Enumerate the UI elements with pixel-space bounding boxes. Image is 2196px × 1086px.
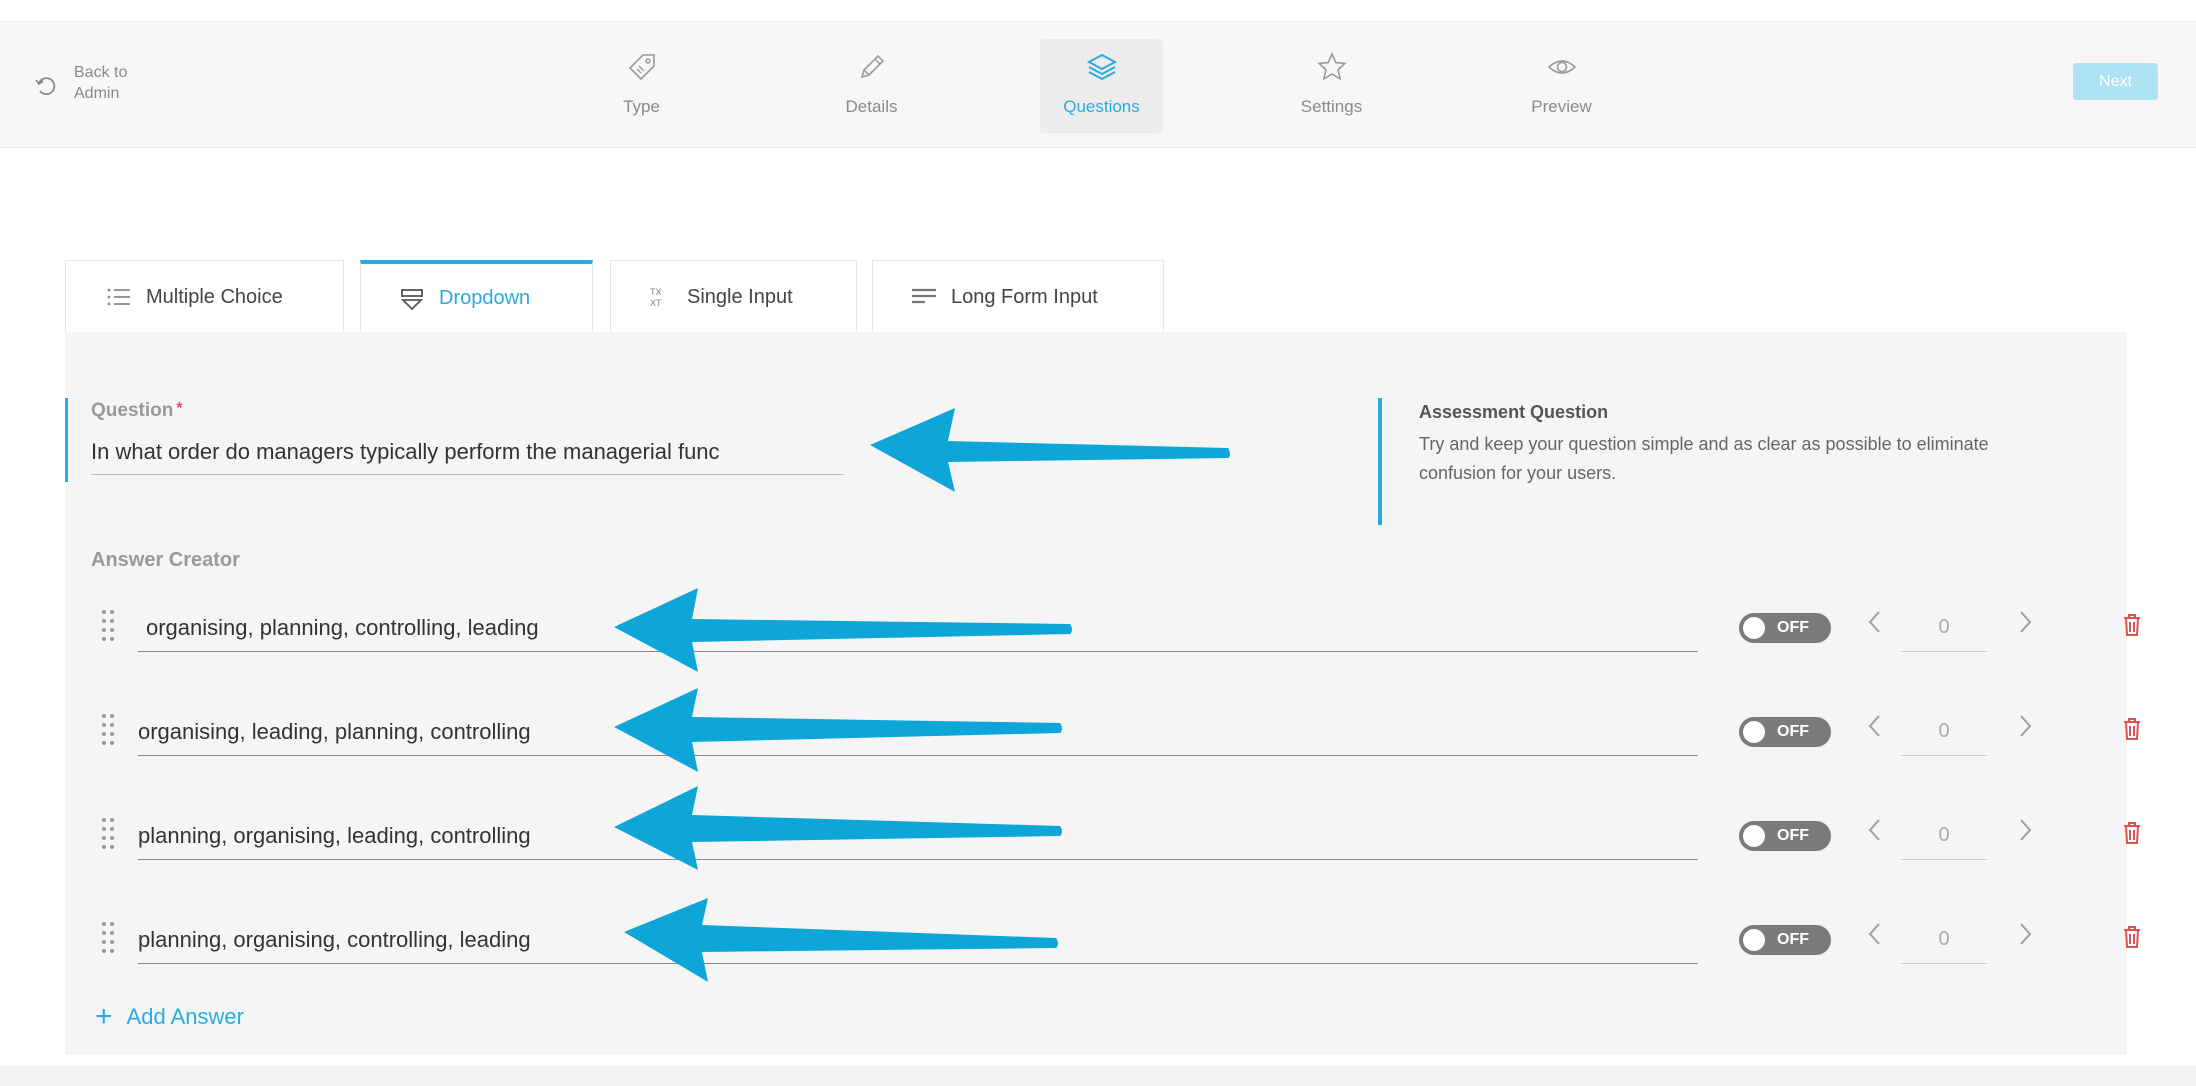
- text-icon: TX XT: [649, 288, 662, 309]
- answer-input[interactable]: [138, 916, 1698, 964]
- drag-handle-icon[interactable]: [100, 608, 116, 644]
- chevron-left-icon[interactable]: [1862, 814, 1888, 850]
- required-mark: *: [176, 400, 183, 417]
- answer-row: OFF: [65, 604, 2140, 664]
- answer-row: OFF: [65, 812, 2140, 872]
- trash-icon[interactable]: [2121, 716, 2143, 742]
- add-answer-label: Add Answer: [126, 1004, 244, 1029]
- toggle-knob: [1743, 617, 1765, 639]
- step-settings[interactable]: Settings: [1270, 39, 1393, 133]
- top-bar: Back to Admin Type Details Questions Set…: [0, 21, 2196, 148]
- tab-label: Long Form Input: [951, 285, 1098, 308]
- question-accent: [65, 398, 68, 482]
- drag-handle-icon[interactable]: [100, 816, 116, 852]
- svg-text:XT: XT: [650, 299, 662, 309]
- info-title: Assessment Question: [1419, 402, 1609, 422]
- list-icon: [107, 288, 130, 306]
- toggle-label: OFF: [1777, 827, 1809, 844]
- dropdown-icon: [400, 288, 424, 310]
- tab-label: Multiple Choice: [146, 285, 283, 308]
- pencil-icon: [860, 54, 884, 79]
- trash-icon[interactable]: [2121, 820, 2143, 846]
- correct-toggle[interactable]: OFF: [1739, 613, 1831, 643]
- chevron-right-icon[interactable]: [2012, 606, 2038, 642]
- answer-row: OFF: [65, 916, 2140, 976]
- layers-icon: [1086, 53, 1117, 81]
- toggle-label: OFF: [1777, 619, 1809, 636]
- trash-icon[interactable]: [2121, 924, 2143, 950]
- correct-toggle[interactable]: OFF: [1739, 717, 1831, 747]
- chevron-left-icon[interactable]: [1862, 606, 1888, 642]
- tab-label: Dropdown: [439, 287, 531, 309]
- bottom-strip: [0, 1066, 2196, 1086]
- correct-toggle[interactable]: OFF: [1739, 821, 1831, 851]
- step-label: Settings: [1300, 97, 1363, 116]
- score-input[interactable]: [1901, 708, 1987, 756]
- toggle-label: OFF: [1777, 931, 1809, 948]
- answer-input[interactable]: [138, 812, 1698, 860]
- undo-icon: [35, 77, 56, 96]
- answer-creator-label: Answer Creator: [91, 549, 240, 571]
- step-type[interactable]: Type: [580, 39, 703, 133]
- step-label: Details: [845, 97, 898, 116]
- correct-toggle[interactable]: OFF: [1739, 925, 1831, 955]
- trash-icon[interactable]: [2121, 612, 2143, 638]
- toggle-knob: [1743, 825, 1765, 847]
- step-preview[interactable]: Preview: [1500, 39, 1623, 133]
- drag-handle-icon[interactable]: [100, 920, 116, 956]
- chevron-left-icon[interactable]: [1862, 918, 1888, 954]
- back-to-admin-button[interactable]: Back to Admin: [34, 62, 154, 104]
- step-details[interactable]: Details: [810, 39, 933, 133]
- chevron-right-icon[interactable]: [2012, 814, 2038, 850]
- chevron-right-icon[interactable]: [2012, 918, 2038, 954]
- eye-icon: [1547, 60, 1576, 74]
- step-label: Preview: [1531, 97, 1592, 116]
- score-input[interactable]: [1901, 812, 1987, 860]
- back-label: Back to Admin: [74, 64, 128, 102]
- drag-handle-icon[interactable]: [100, 712, 116, 748]
- answer-row: OFF: [65, 708, 2140, 768]
- step-nav: Type Details Questions Settings Preview: [580, 39, 1730, 133]
- toggle-label: OFF: [1777, 723, 1809, 740]
- score-input[interactable]: [1901, 604, 1987, 652]
- question-label: Question *: [91, 400, 183, 421]
- info-text: Try and keep your question simple and as…: [1419, 434, 1989, 483]
- plus-icon: +: [95, 1000, 113, 1033]
- chevron-right-icon[interactable]: [2012, 710, 2038, 746]
- answer-input[interactable]: [138, 604, 1698, 652]
- tab-dropdown[interactable]: Dropdown: [360, 260, 593, 333]
- add-answer-button[interactable]: + Add Answer: [95, 1002, 244, 1032]
- toggle-knob: [1743, 929, 1765, 951]
- next-button[interactable]: Next: [2073, 63, 2158, 100]
- step-label: Questions: [1063, 97, 1140, 116]
- toggle-knob: [1743, 721, 1765, 743]
- step-questions[interactable]: Questions: [1040, 39, 1163, 133]
- tab-single-input[interactable]: TX XT Single Input: [610, 260, 857, 333]
- score-input[interactable]: [1901, 916, 1987, 964]
- tag-icon: [628, 54, 655, 81]
- answer-input[interactable]: [138, 708, 1698, 756]
- star-icon: [1316, 52, 1347, 81]
- info-accent: [1378, 398, 1382, 525]
- paragraph-icon: [912, 288, 936, 304]
- svg-text:TX: TX: [649, 288, 662, 298]
- chevron-left-icon[interactable]: [1862, 710, 1888, 746]
- question-panel: Question* Assessment Question Try and ke…: [65, 332, 2140, 1055]
- tab-label: Single Input: [687, 285, 793, 308]
- question-input[interactable]: [91, 430, 844, 475]
- tab-long-form-input[interactable]: Long Form Input: [872, 260, 1164, 333]
- tab-multiple-choice[interactable]: Multiple Choice: [65, 260, 344, 333]
- step-label: Type: [623, 97, 660, 116]
